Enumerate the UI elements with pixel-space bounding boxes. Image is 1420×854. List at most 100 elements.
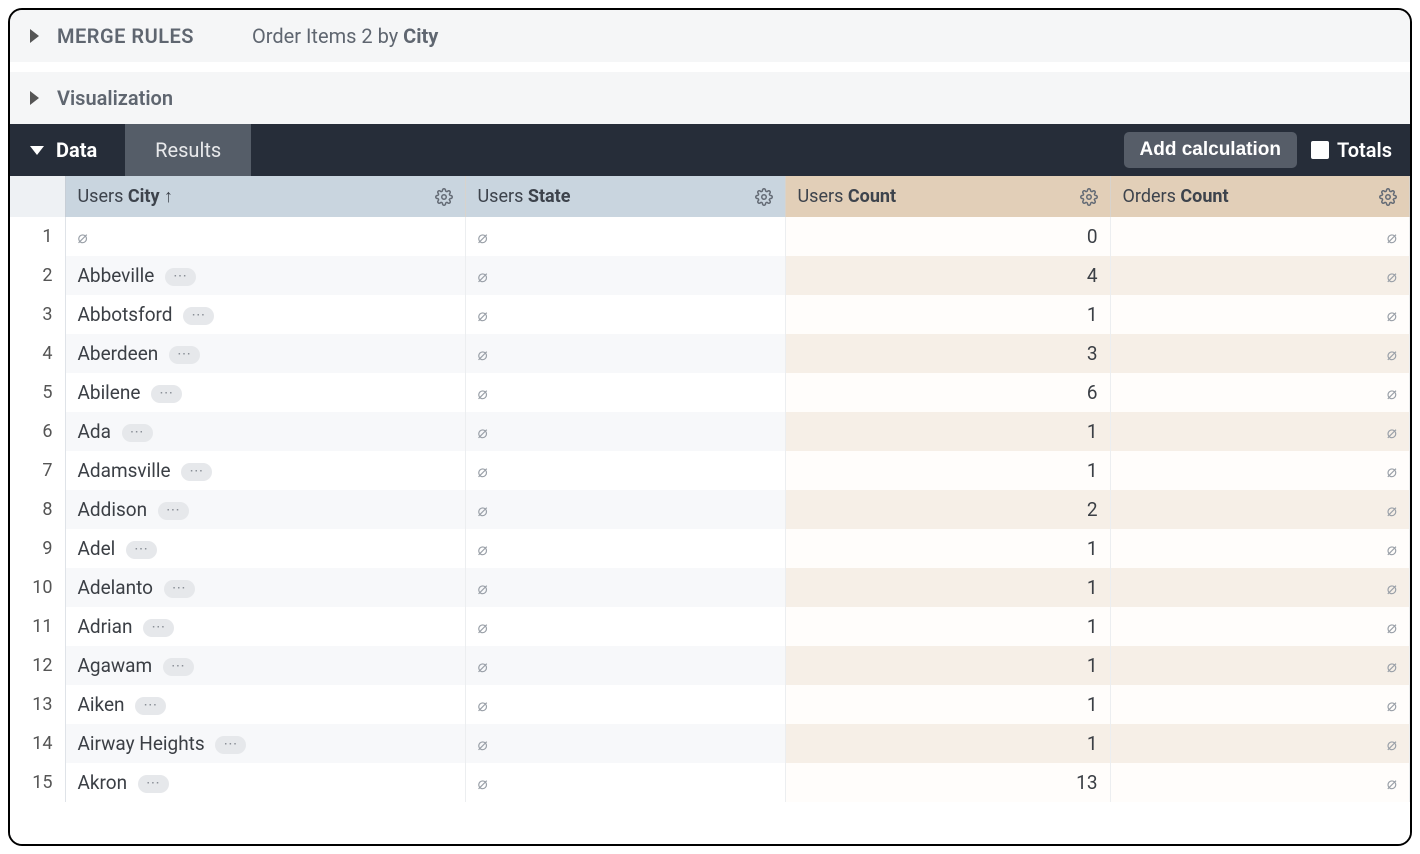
cell-state[interactable]: ⌀: [465, 334, 785, 373]
cell-city-value: Adelanto: [78, 576, 154, 599]
multi-value-icon[interactable]: [164, 580, 195, 598]
cell-city[interactable]: Adamsville: [65, 451, 465, 490]
data-section-toggle[interactable]: Data: [10, 124, 125, 176]
cell-orders-count[interactable]: ⌀: [1110, 295, 1410, 334]
cell-users-count[interactable]: 0: [785, 217, 1110, 256]
cell-users-count[interactable]: 4: [785, 256, 1110, 295]
gear-icon[interactable]: [755, 188, 773, 206]
cell-orders-count[interactable]: ⌀: [1110, 490, 1410, 529]
gear-icon[interactable]: [1080, 188, 1098, 206]
cell-city[interactable]: Abilene: [65, 373, 465, 412]
cell-users-count[interactable]: 13: [785, 763, 1110, 802]
table-row: 4Aberdeen ⌀3⌀: [10, 334, 1410, 373]
cell-state[interactable]: ⌀: [465, 724, 785, 763]
cell-orders-count[interactable]: ⌀: [1110, 451, 1410, 490]
cell-state[interactable]: ⌀: [465, 685, 785, 724]
cell-orders-count[interactable]: ⌀: [1110, 412, 1410, 451]
null-icon: ⌀: [1387, 228, 1397, 248]
cell-users-count[interactable]: 3: [785, 334, 1110, 373]
cell-state[interactable]: ⌀: [465, 763, 785, 802]
cell-state[interactable]: ⌀: [465, 568, 785, 607]
cell-state[interactable]: ⌀: [465, 373, 785, 412]
data-table-scroll[interactable]: Users City ↑Users State Users Count Orders…: [10, 176, 1410, 844]
cell-orders-count[interactable]: ⌀: [1110, 334, 1410, 373]
cell-users-count[interactable]: 1: [785, 295, 1110, 334]
multi-value-icon[interactable]: [169, 346, 200, 364]
cell-orders-count[interactable]: ⌀: [1110, 607, 1410, 646]
multi-value-icon[interactable]: [122, 424, 153, 442]
multi-value-icon[interactable]: [135, 697, 166, 715]
cell-orders-count[interactable]: ⌀: [1110, 646, 1410, 685]
multi-value-icon[interactable]: [138, 775, 169, 793]
cell-city[interactable]: Aberdeen: [65, 334, 465, 373]
cell-users-count[interactable]: 2: [785, 490, 1110, 529]
cell-state[interactable]: ⌀: [465, 295, 785, 334]
column-header-orders_count[interactable]: Orders Count: [1110, 176, 1410, 217]
cell-users-count[interactable]: 6: [785, 373, 1110, 412]
cell-city[interactable]: Agawam: [65, 646, 465, 685]
cell-state[interactable]: ⌀: [465, 607, 785, 646]
cell-city[interactable]: Abbotsford: [65, 295, 465, 334]
cell-users-count[interactable]: 1: [785, 451, 1110, 490]
column-header-state[interactable]: Users State: [465, 176, 785, 217]
column-header-label: Users Count: [798, 186, 897, 207]
cell-city[interactable]: Airway Heights: [65, 724, 465, 763]
null-icon: ⌀: [1387, 306, 1397, 326]
cell-state[interactable]: ⌀: [465, 451, 785, 490]
multi-value-icon[interactable]: [158, 502, 189, 520]
cell-city[interactable]: Abbeville: [65, 256, 465, 295]
add-calculation-button[interactable]: Add calculation: [1124, 132, 1297, 168]
results-tab[interactable]: Results: [125, 124, 251, 176]
row-number: 11: [10, 607, 65, 646]
cell-city[interactable]: Adel: [65, 529, 465, 568]
cell-city-value: Adrian: [78, 615, 133, 638]
row-number: 10: [10, 568, 65, 607]
cell-users-count[interactable]: 1: [785, 412, 1110, 451]
gear-icon[interactable]: [1379, 188, 1397, 206]
merge-rules-panel[interactable]: MERGE RULES Order Items 2 by City: [10, 10, 1410, 72]
cell-city[interactable]: Aiken: [65, 685, 465, 724]
cell-city[interactable]: Ada: [65, 412, 465, 451]
cell-orders-count[interactable]: ⌀: [1110, 373, 1410, 412]
multi-value-icon[interactable]: [183, 307, 214, 325]
cell-users-count[interactable]: 1: [785, 607, 1110, 646]
cell-orders-count[interactable]: ⌀: [1110, 568, 1410, 607]
cell-city[interactable]: Adelanto: [65, 568, 465, 607]
cell-city[interactable]: Adrian: [65, 607, 465, 646]
cell-city[interactable]: ⌀: [65, 217, 465, 256]
cell-users-count[interactable]: 1: [785, 685, 1110, 724]
cell-city[interactable]: Addison: [65, 490, 465, 529]
cell-orders-count[interactable]: ⌀: [1110, 685, 1410, 724]
cell-state[interactable]: ⌀: [465, 529, 785, 568]
column-header-users_count[interactable]: Users Count: [785, 176, 1110, 217]
totals-checkbox[interactable]: [1311, 141, 1329, 159]
cell-city[interactable]: Akron: [65, 763, 465, 802]
multi-value-icon[interactable]: [165, 268, 196, 286]
cell-orders-count[interactable]: ⌀: [1110, 529, 1410, 568]
cell-users-count[interactable]: 1: [785, 529, 1110, 568]
cell-state[interactable]: ⌀: [465, 217, 785, 256]
cell-state[interactable]: ⌀: [465, 256, 785, 295]
cell-users-count[interactable]: 1: [785, 568, 1110, 607]
cell-users-count[interactable]: 1: [785, 724, 1110, 763]
visualization-panel[interactable]: Visualization: [10, 72, 1410, 124]
row-number: 4: [10, 334, 65, 373]
null-icon: ⌀: [478, 618, 488, 638]
cell-state[interactable]: ⌀: [465, 412, 785, 451]
column-header-city[interactable]: Users City ↑: [65, 176, 465, 217]
multi-value-icon[interactable]: [163, 658, 194, 676]
cell-orders-count[interactable]: ⌀: [1110, 724, 1410, 763]
multi-value-icon[interactable]: [181, 463, 212, 481]
gear-icon[interactable]: [435, 188, 453, 206]
totals-toggle[interactable]: Totals: [1307, 124, 1410, 176]
multi-value-icon[interactable]: [215, 736, 246, 754]
cell-users-count[interactable]: 1: [785, 646, 1110, 685]
multi-value-icon[interactable]: [126, 541, 157, 559]
multi-value-icon[interactable]: [143, 619, 174, 637]
cell-state[interactable]: ⌀: [465, 490, 785, 529]
multi-value-icon[interactable]: [151, 385, 182, 403]
cell-orders-count[interactable]: ⌀: [1110, 217, 1410, 256]
cell-orders-count[interactable]: ⌀: [1110, 763, 1410, 802]
cell-orders-count[interactable]: ⌀: [1110, 256, 1410, 295]
cell-state[interactable]: ⌀: [465, 646, 785, 685]
